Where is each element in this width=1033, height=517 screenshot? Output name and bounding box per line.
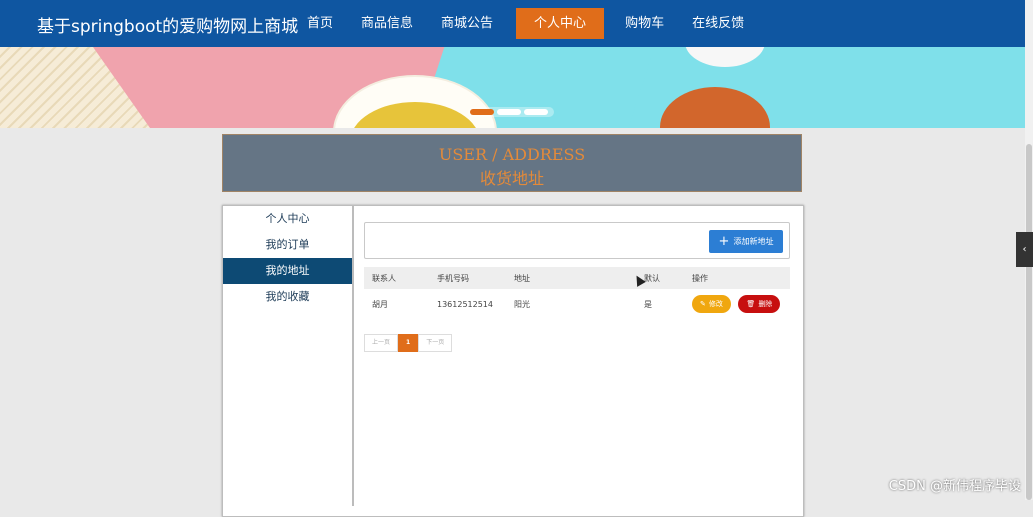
sidebar-item-orders[interactable]: 我的订单 — [223, 232, 352, 258]
table-header-row: 联系人 手机号码 地址 默认 操作 — [364, 267, 790, 289]
main-nav: 首页 商品信息 商城公告 个人中心 购物车 在线反馈 — [294, 8, 759, 39]
plus-icon: + — [718, 234, 730, 249]
cell-default: 是 — [644, 299, 652, 309]
pagination-prev[interactable]: 上一页 — [364, 334, 399, 352]
carousel-dot-1[interactable] — [470, 109, 494, 115]
chevron-left-icon[interactable]: ‹ — [1016, 232, 1033, 267]
user-sidebar: 个人中心 我的订单 我的地址 我的收藏 — [223, 206, 354, 506]
edit-label: 修改 — [708, 300, 723, 308]
sidebar-item-favorites[interactable]: 我的收藏 — [223, 284, 352, 310]
cell-address: 阳光 — [514, 299, 530, 309]
nav-feedback[interactable]: 在线反馈 — [679, 8, 757, 39]
pencil-icon: ✎ — [700, 300, 706, 308]
add-address-button[interactable]: + 添加新地址 — [709, 230, 783, 253]
trash-icon: 🗑 — [746, 300, 756, 308]
column-header-phone: 手机号码 — [429, 267, 506, 289]
carousel-dot-2[interactable] — [497, 109, 521, 115]
watermark-text: CSDN @新伟程序毕设 — [888, 479, 1021, 494]
column-header-actions: 操作 — [684, 267, 790, 289]
nav-announcements[interactable]: 商城公告 — [428, 8, 506, 39]
sidebar-item-addresses[interactable]: 我的地址 — [223, 258, 352, 284]
carousel-dot-3[interactable] — [524, 109, 548, 115]
address-panel: 个人中心 我的订单 我的地址 我的收藏 + 添加新地址 联系人 手机号码 地址 … — [222, 205, 804, 517]
banner-spoon — [660, 87, 770, 128]
nav-personal-center[interactable]: 个人中心 — [516, 8, 605, 39]
pagination: 上一页 1 下一页 — [364, 334, 790, 352]
carousel-indicators — [468, 107, 554, 117]
delete-address-button[interactable]: 🗑 删除 — [738, 295, 781, 313]
top-navbar: 基于springboot的爱购物网上商城 首页 商品信息 商城公告 个人中心 购… — [0, 0, 1033, 47]
banner-plate — [685, 47, 765, 67]
cell-actions: ✎ 修改 🗑 删除 — [684, 289, 790, 319]
sidebar-item-personal-center[interactable]: 个人中心 — [223, 206, 352, 232]
edit-address-button[interactable]: ✎ 修改 — [692, 295, 731, 313]
site-title: 基于springboot的爱购物网上商城 — [37, 17, 299, 37]
nav-cart[interactable]: 购物车 — [612, 8, 677, 39]
section-title-zh: 收货地址 — [479, 169, 544, 188]
scrollbar-thumb[interactable] — [1026, 144, 1032, 500]
pagination-next[interactable]: 下一页 — [418, 334, 453, 352]
column-header-address: 地址 — [506, 267, 636, 289]
column-header-contact: 联系人 — [364, 267, 429, 289]
section-title-en: USER / ADDRESS — [438, 145, 586, 164]
address-content: + 添加新地址 联系人 手机号码 地址 默认 操作 胡月 13612512514… — [364, 222, 790, 352]
add-address-label: 添加新地址 — [733, 237, 774, 246]
address-table: 联系人 手机号码 地址 默认 操作 胡月 13612512514 阳光 是 ✎ — [364, 267, 790, 319]
address-toolbar: + 添加新地址 — [364, 222, 790, 259]
cell-phone: 13612512514 — [437, 299, 493, 309]
nav-products[interactable]: 商品信息 — [348, 8, 426, 39]
section-header: USER / ADDRESS 收货地址 — [222, 134, 802, 192]
delete-label: 删除 — [758, 300, 773, 308]
cell-contact: 胡月 — [372, 299, 388, 309]
nav-home[interactable]: 首页 — [294, 8, 346, 39]
table-row: 胡月 13612512514 阳光 是 ✎ 修改 🗑 删除 — [364, 289, 790, 319]
pagination-page-1[interactable]: 1 — [398, 334, 419, 352]
